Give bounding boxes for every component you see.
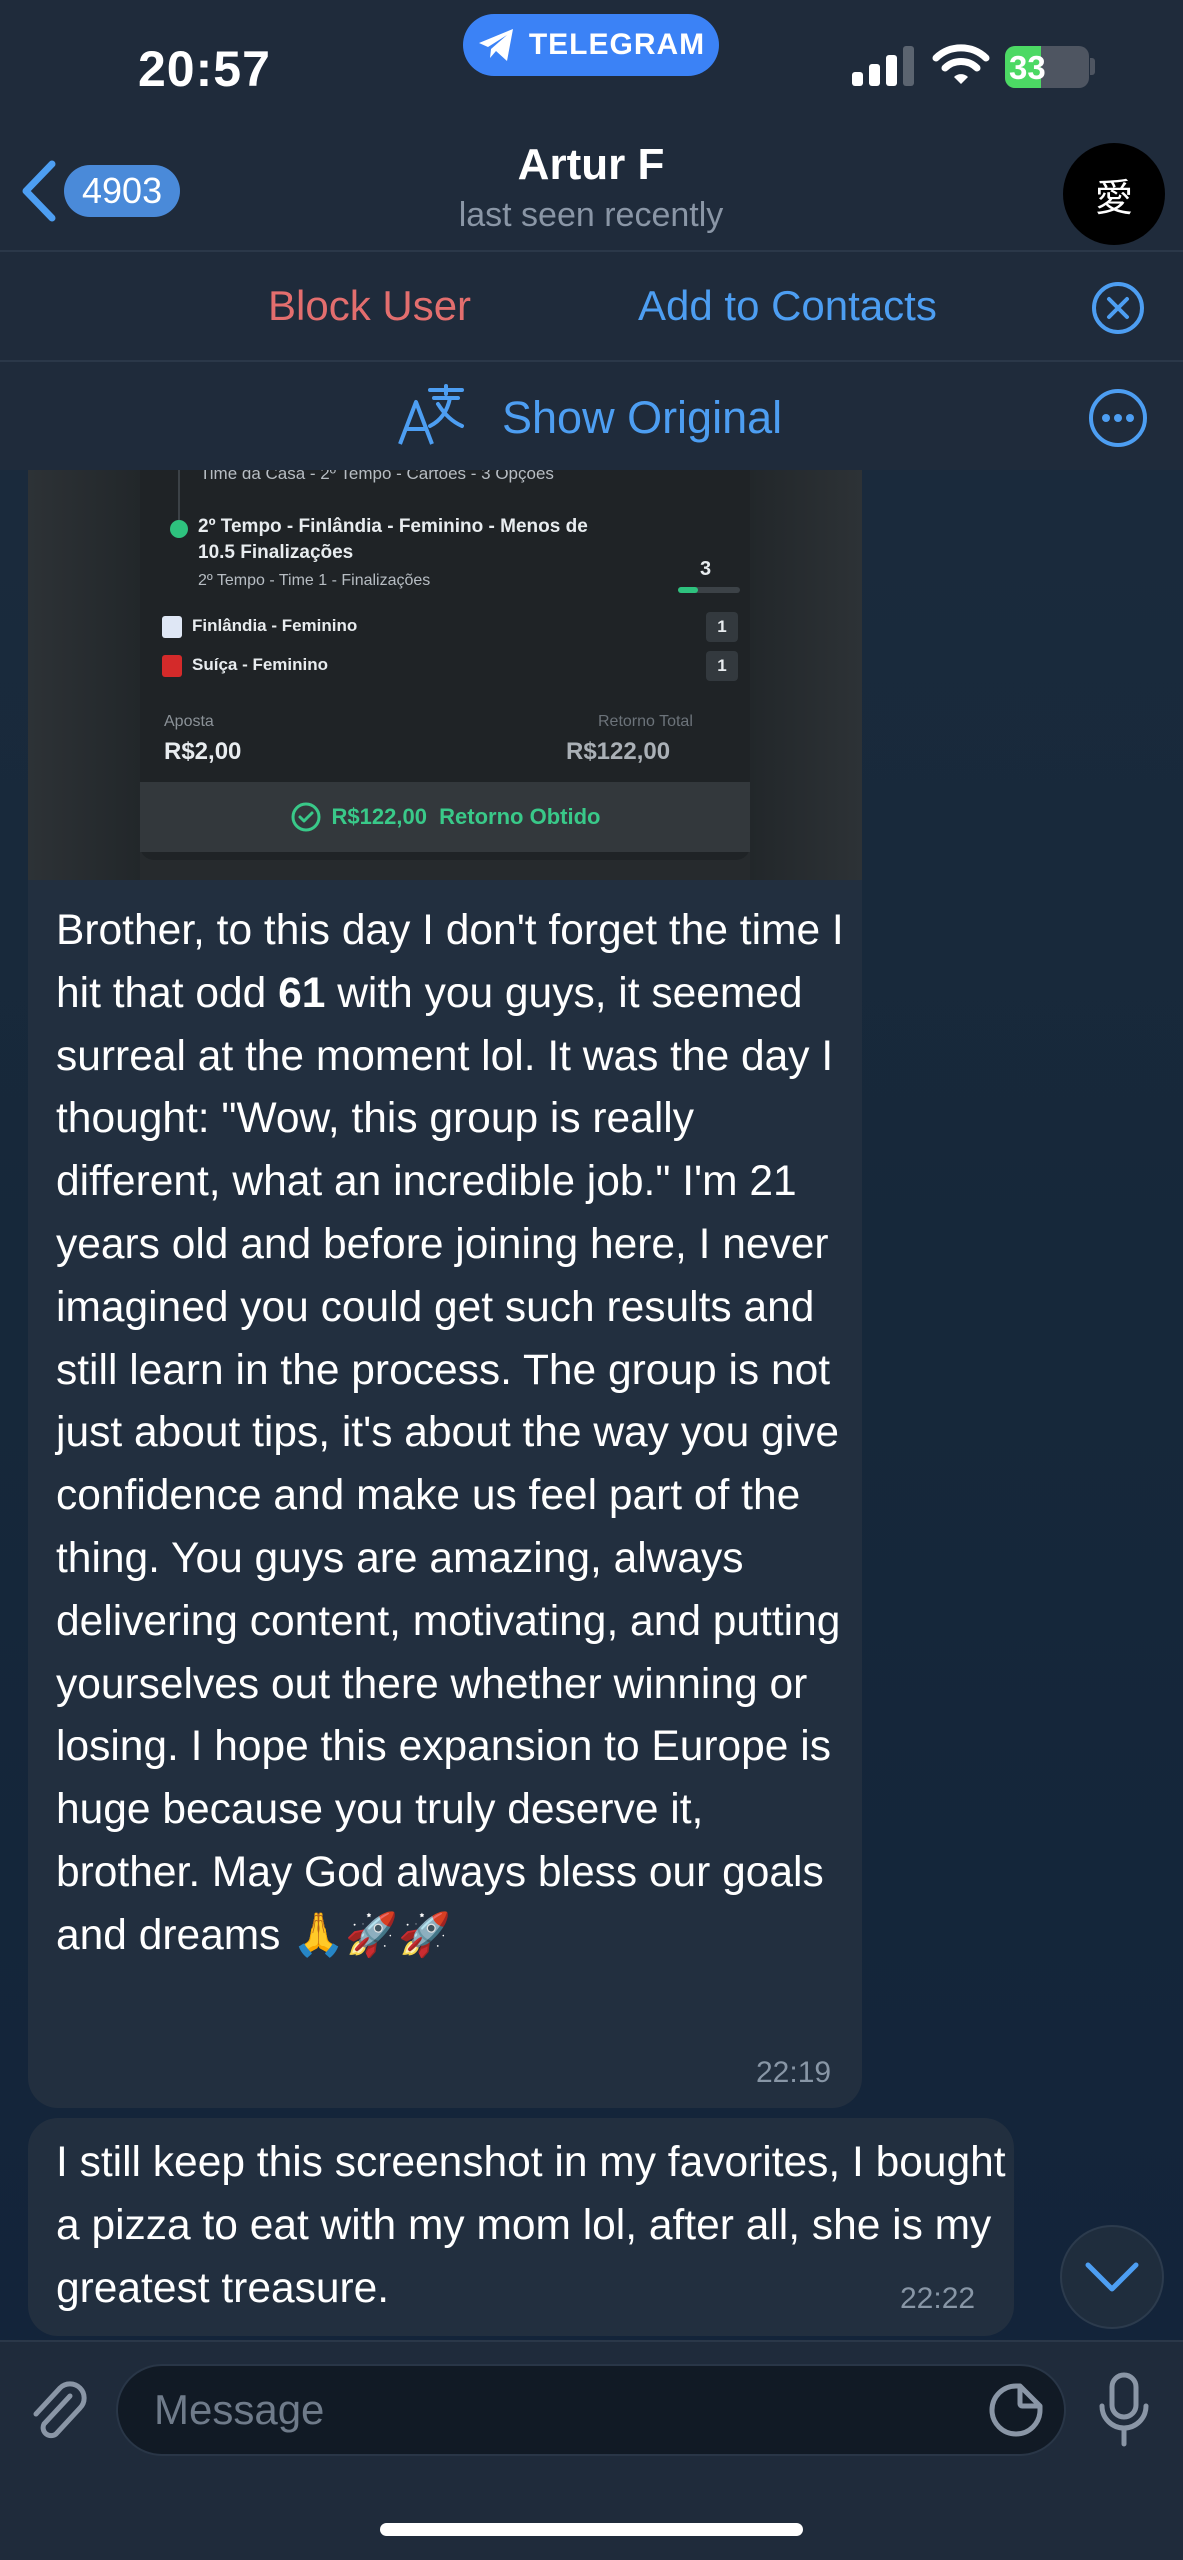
image-blur-left bbox=[28, 470, 140, 880]
return-value: R$122,00 bbox=[566, 738, 671, 765]
slip-progress-fill bbox=[678, 587, 698, 593]
slip-selection-title: 2º Tempo - Finlândia - Feminino - Menos … bbox=[198, 516, 588, 563]
battery-nub bbox=[1090, 58, 1095, 75]
sticker-icon[interactable] bbox=[988, 2382, 1044, 2438]
paperclip-icon[interactable] bbox=[28, 2378, 88, 2444]
unread-count-badge[interactable]: 4903 bbox=[64, 165, 181, 217]
contact-action-bar: Block User Add to Contacts bbox=[0, 250, 1183, 360]
telegram-pill-label: TELEGRAM bbox=[528, 28, 706, 61]
scroll-to-bottom-button[interactable] bbox=[1060, 2225, 1164, 2329]
avatar[interactable]: 愛 bbox=[1063, 143, 1165, 245]
contact-status: last seen recently bbox=[458, 196, 724, 234]
image-blur-right bbox=[750, 470, 862, 880]
close-icon[interactable] bbox=[1090, 280, 1146, 336]
block-user-button[interactable]: Block User bbox=[268, 282, 471, 330]
message-input[interactable] bbox=[116, 2364, 1066, 2456]
stake-value: R$2,00 bbox=[164, 738, 242, 765]
wifi-icon bbox=[932, 44, 990, 84]
slip-result-banner: R$122,00 Retorno Obtido bbox=[140, 782, 750, 852]
home-indicator[interactable] bbox=[380, 2523, 803, 2536]
show-original-button[interactable]: Show Original bbox=[502, 392, 782, 444]
bet-slip: Time da Casa - 2º Tempo - Cartões - 3 Op… bbox=[140, 470, 750, 860]
message-text: I still keep this screenshot in my favor… bbox=[56, 2139, 1018, 2312]
translate-bar: Show Original bbox=[0, 360, 1183, 470]
microphone-icon[interactable] bbox=[1098, 2372, 1150, 2448]
telegram-plane-icon bbox=[478, 29, 513, 61]
message-bubble[interactable]: Brother, to this day I don't forget the … bbox=[28, 880, 862, 2108]
message-time: 22:19 bbox=[756, 2056, 832, 2089]
add-to-contacts-button[interactable]: Add to Contacts bbox=[638, 282, 937, 330]
check-circle-icon bbox=[291, 802, 321, 832]
team-two-score: 1 bbox=[706, 651, 738, 681]
battery-icon: 33 bbox=[1005, 46, 1089, 88]
stake-label: Aposta bbox=[164, 713, 214, 730]
return-label: Retorno Total bbox=[598, 713, 693, 730]
message-text: Brother, to this day I don't forget the … bbox=[56, 900, 846, 1968]
contact-name[interactable]: Artur F bbox=[391, 140, 791, 190]
result-text: R$122,00 Retorno Obtido bbox=[332, 804, 601, 830]
top-bar: 20:57 TELEGRAM 33 4903 Artur F last seen… bbox=[0, 0, 1183, 250]
cellular-signal-icon bbox=[852, 46, 914, 86]
status-time: 20:57 bbox=[138, 41, 271, 97]
bet-slip-image[interactable]: Time da Casa - 2º Tempo - Cartões - 3 Op… bbox=[28, 470, 862, 880]
check-dot-icon bbox=[170, 520, 188, 538]
team-two-name: Suíça - Feminino bbox=[192, 655, 329, 674]
more-options-icon[interactable] bbox=[1088, 388, 1148, 448]
slip-selection-subtitle: 2º Tempo - Time 1 - Finalizações bbox=[198, 572, 431, 589]
message-text-part: with you guys, it seemed surreal at the … bbox=[56, 969, 853, 1959]
team-one-name: Finlândia - Feminino bbox=[192, 616, 358, 635]
message-time: 22:22 bbox=[900, 2282, 976, 2315]
result-label: Retorno Obtido bbox=[439, 804, 601, 829]
slip-previous-selection: Time da Casa - 2º Tempo - Cartões - 3 Op… bbox=[200, 470, 554, 483]
slip-progress-value: 3 bbox=[700, 558, 712, 580]
jersey-icon bbox=[162, 655, 182, 677]
battery-percent: 33 bbox=[1009, 49, 1046, 86]
slip-progress-bar bbox=[678, 587, 740, 593]
telegram-pill[interactable]: TELEGRAM bbox=[463, 14, 719, 76]
back-chevron-icon[interactable] bbox=[18, 160, 58, 222]
chevron-down-icon bbox=[1085, 2262, 1139, 2292]
message-bold-text: 61 bbox=[278, 969, 326, 1017]
message-bubble[interactable]: I still keep this screenshot in my favor… bbox=[28, 2118, 1014, 2336]
translate-icon bbox=[398, 384, 464, 445]
result-amount: R$122,00 bbox=[331, 804, 427, 829]
slip-timeline bbox=[178, 470, 180, 520]
team-one-score: 1 bbox=[706, 612, 738, 642]
jersey-icon bbox=[162, 616, 182, 638]
